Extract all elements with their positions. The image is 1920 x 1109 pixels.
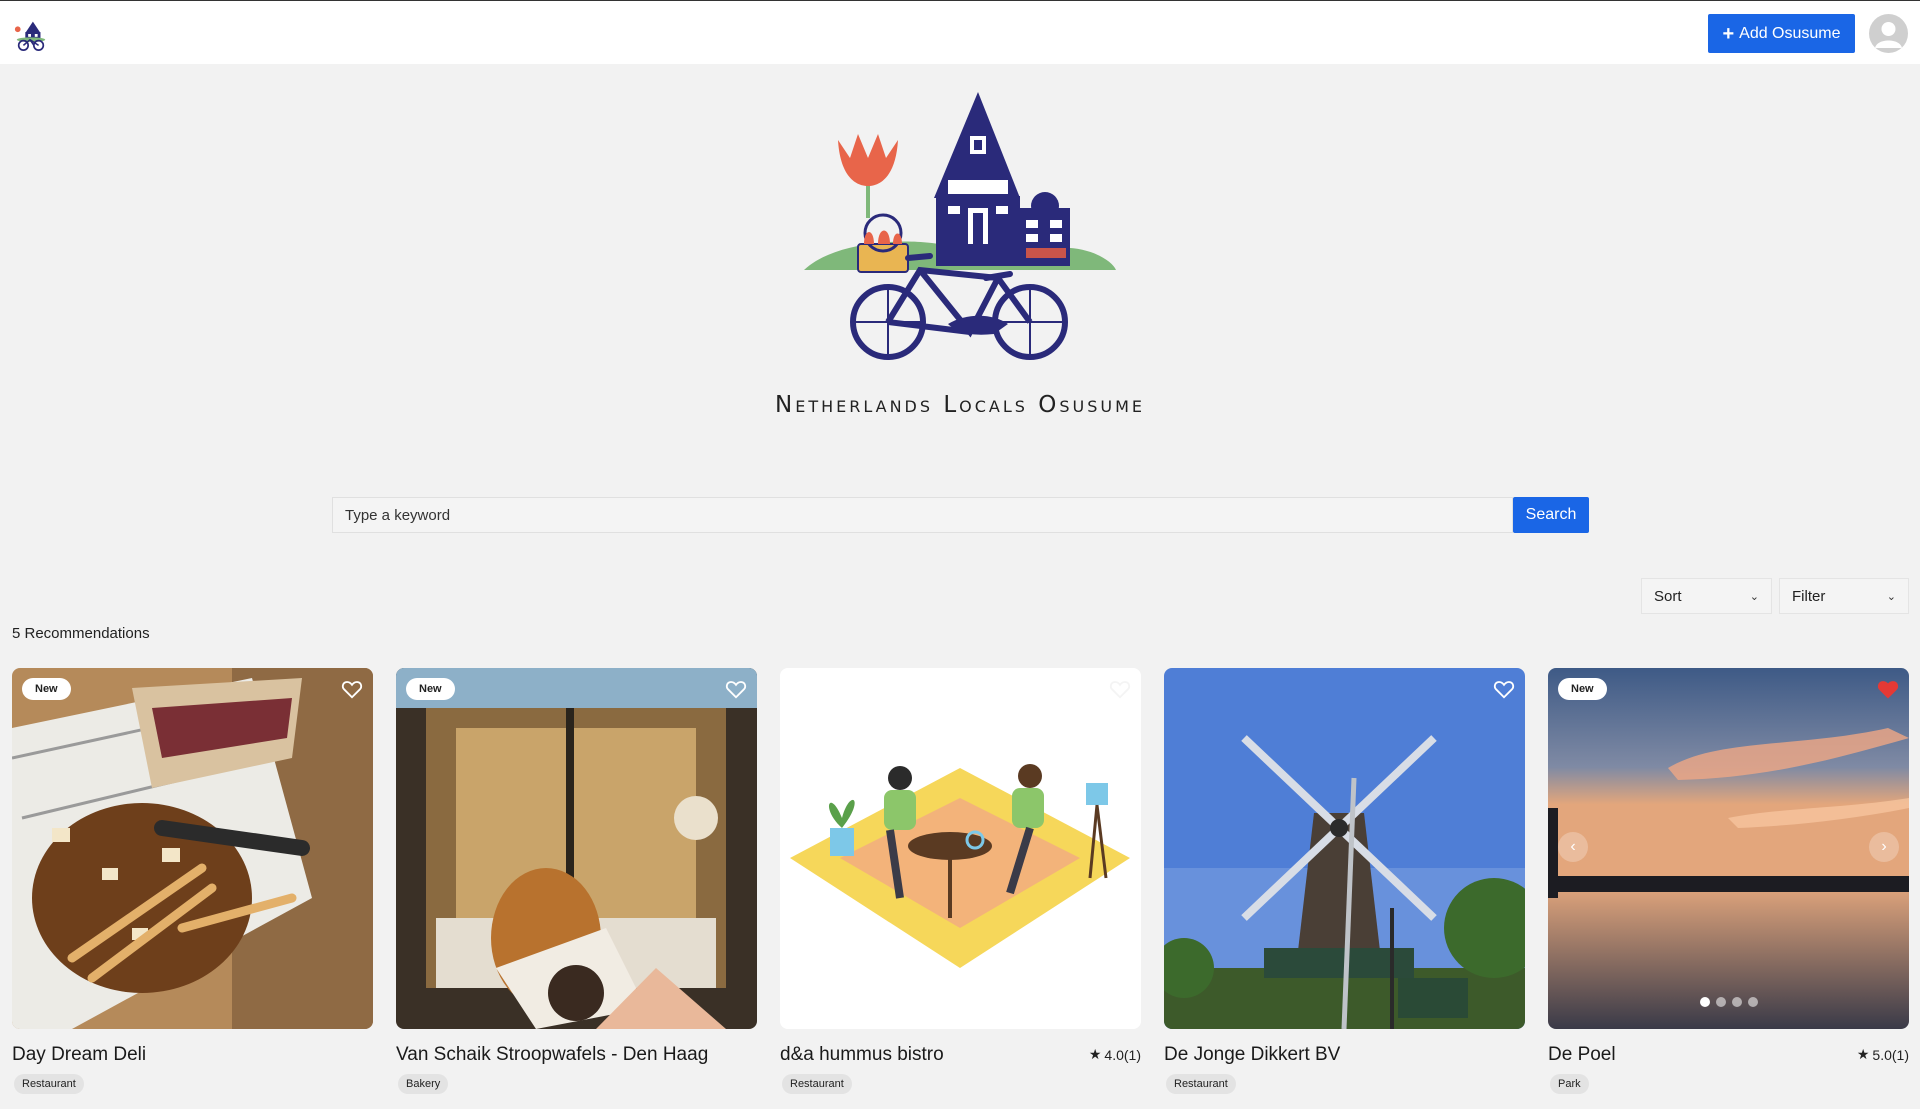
illustration-photo [780, 668, 1141, 1029]
carousel-dot[interactable] [1747, 997, 1758, 1007]
plus-icon: + [1722, 22, 1735, 45]
search-input[interactable] [332, 497, 1513, 533]
recommendation-card[interactable]: New Van Schaik Stroopwafels - Den Haag B… [396, 668, 757, 1094]
heart-icon[interactable] [1109, 678, 1131, 700]
new-badge: New [1558, 678, 1607, 700]
chevron-right-icon[interactable]: › [1869, 832, 1899, 862]
card-name[interactable]: De Jonge Dikkert BV [1164, 1044, 1340, 1066]
search-button[interactable]: Search [1513, 497, 1589, 533]
results-count: 5 Recommendations [12, 625, 150, 642]
photo-carousel[interactable]: New ‹ › [1548, 668, 1909, 1029]
card-name[interactable]: Van Schaik Stroopwafels - Den Haag [396, 1044, 708, 1066]
carousel-dot[interactable] [1715, 997, 1726, 1007]
rating-value: 5.0(1) [1872, 1046, 1909, 1063]
new-badge: New [406, 678, 455, 700]
new-badge: New [22, 678, 71, 700]
star-icon: ★ [1856, 1046, 1870, 1062]
category-tag: Restaurant [782, 1074, 852, 1094]
add-osusume-button[interactable]: + Add Osusume [1708, 14, 1855, 53]
filter-select[interactable]: Filter ⌄ [1779, 578, 1909, 614]
category-tag: Restaurant [1166, 1074, 1236, 1094]
lake-sunset-photo [1548, 668, 1909, 1029]
card-photo[interactable] [780, 668, 1141, 1029]
chevron-down-icon: ⌄ [1749, 590, 1759, 603]
card-photo[interactable]: New [396, 668, 757, 1029]
house-bicycle-logo[interactable] [12, 16, 50, 52]
food-photo [12, 668, 373, 1029]
card-photo[interactable]: New [12, 668, 373, 1029]
chevron-left-icon[interactable]: ‹ [1558, 832, 1588, 862]
recommendation-card[interactable]: New ‹ › De Poel ★ 5.0(1) Park [1548, 668, 1909, 1094]
card-name[interactable]: Day Dream Deli [12, 1044, 146, 1066]
card-rating: ★ 4.0(1) [1089, 1046, 1141, 1063]
filter-label: Filter [1792, 587, 1826, 605]
sort-label: Sort [1654, 587, 1682, 605]
carousel-dots [1548, 997, 1909, 1007]
house-bicycle-logo [804, 92, 1116, 360]
bakery-photo [396, 668, 757, 1029]
heart-icon[interactable] [341, 678, 363, 700]
recommendation-card[interactable]: d&a hummus bistro ★ 4.0(1) Restaurant [780, 668, 1141, 1094]
carousel-dot[interactable] [1731, 997, 1742, 1007]
user-avatar-icon[interactable] [1869, 14, 1908, 53]
chevron-down-icon: ⌄ [1886, 590, 1896, 603]
top-bar: + Add Osusume [0, 0, 1920, 64]
sort-select[interactable]: Sort ⌄ [1641, 578, 1772, 614]
heart-icon[interactable] [1493, 678, 1515, 700]
windmill-photo [1164, 668, 1525, 1029]
category-tag: Bakery [398, 1074, 449, 1094]
recommendation-card[interactable]: New Day Dream Deli Restaurant [12, 668, 373, 1094]
recommendation-card[interactable]: De Jonge Dikkert BV Restaurant [1164, 668, 1525, 1094]
card-name[interactable]: De Poel [1548, 1044, 1616, 1066]
card-photo[interactable] [1164, 668, 1525, 1029]
heart-icon[interactable] [1877, 678, 1899, 700]
star-icon: ★ [1088, 1046, 1102, 1062]
site-title: Netherlands Locals Osusume [775, 392, 1145, 418]
heart-icon[interactable] [725, 678, 747, 700]
category-tag: Park [1550, 1074, 1589, 1094]
card-name[interactable]: d&a hummus bistro [780, 1044, 944, 1066]
category-tag: Restaurant [14, 1074, 84, 1094]
rating-value: 4.0(1) [1104, 1046, 1141, 1063]
card-rating: ★ 5.0(1) [1857, 1046, 1909, 1063]
add-osusume-label: Add Osusume [1739, 24, 1841, 42]
carousel-dot[interactable] [1699, 997, 1710, 1007]
